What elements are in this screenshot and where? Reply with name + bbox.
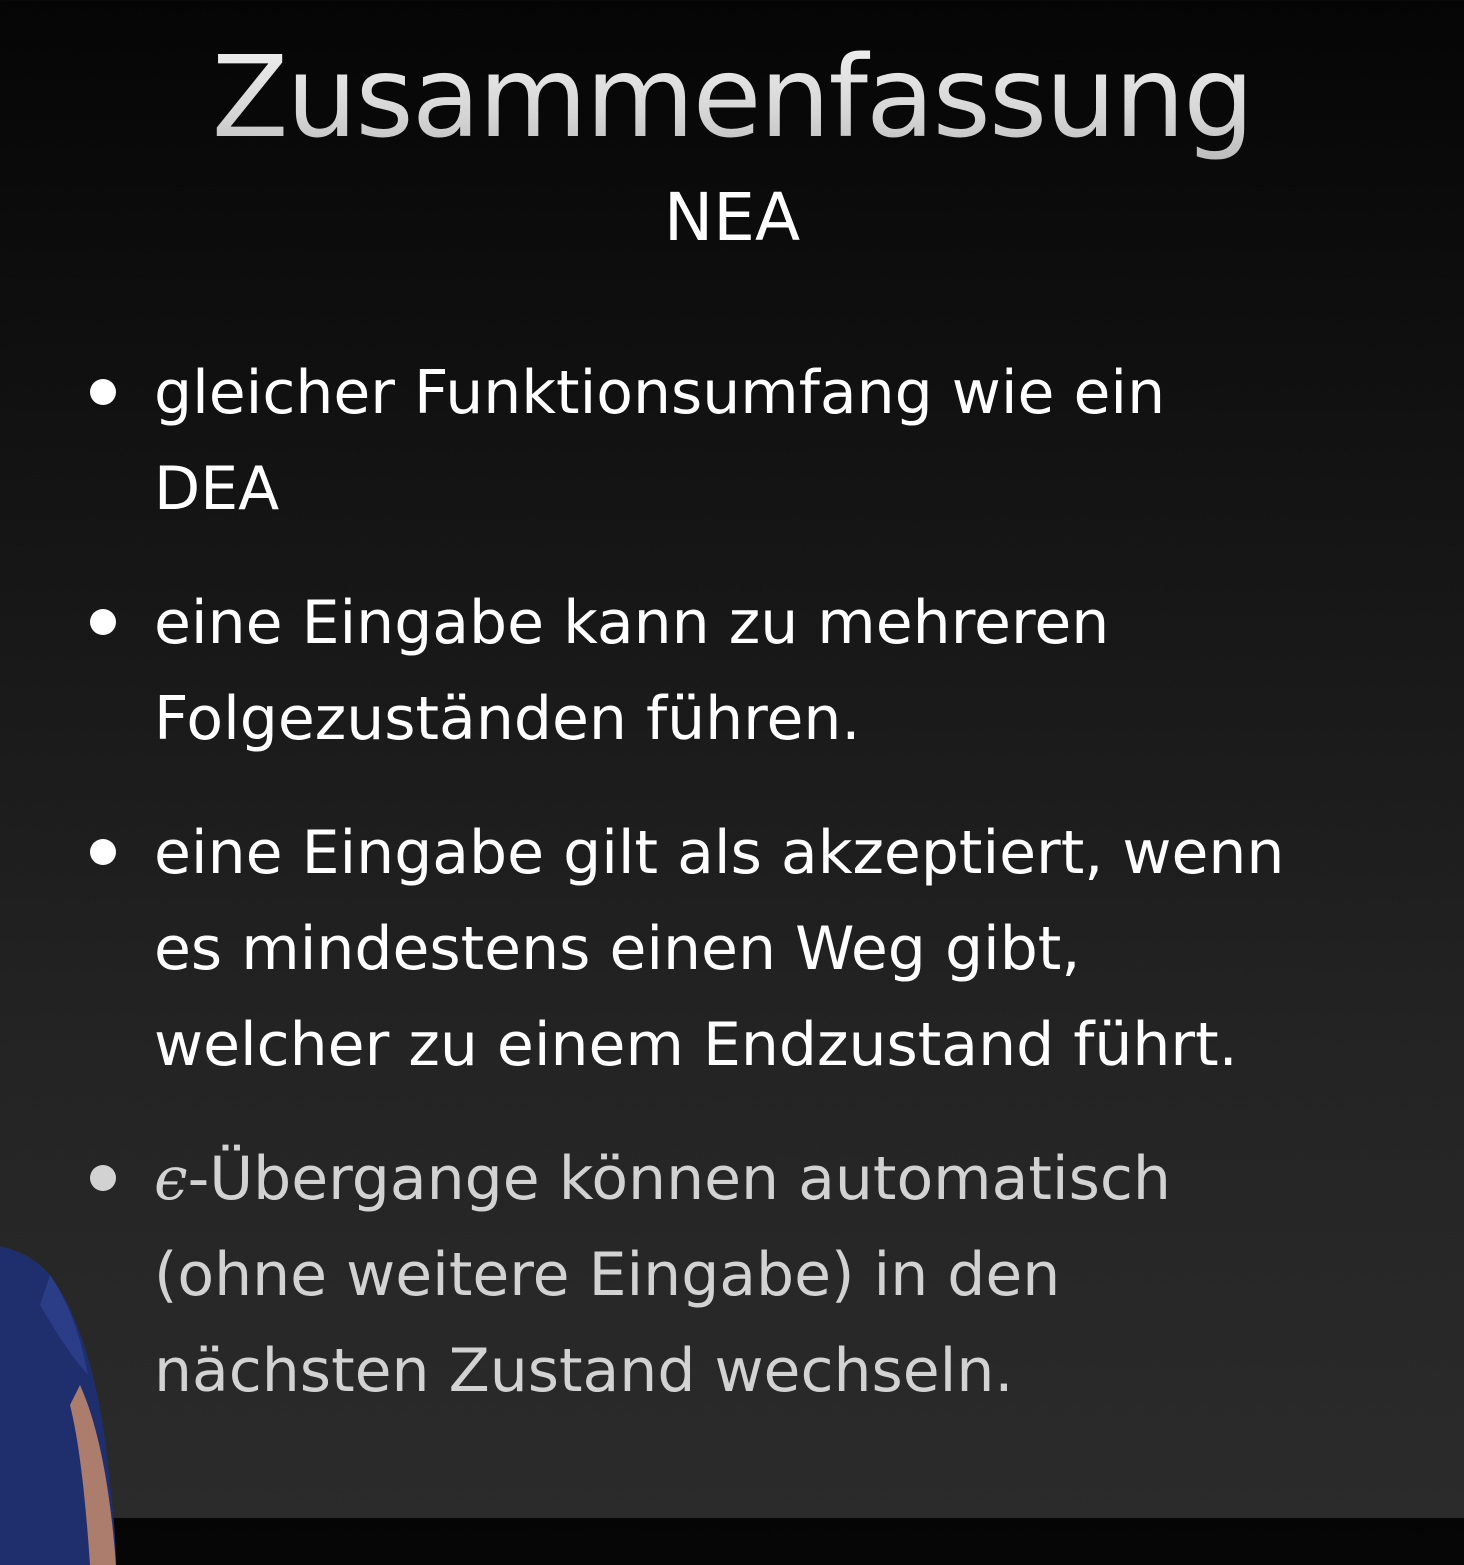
bullet-dot-icon xyxy=(90,1165,116,1191)
bullet-item: eine Eingabe gilt als akzeptiert, wenn e… xyxy=(84,805,1434,1093)
slide-subtitle: NEA xyxy=(663,179,801,256)
bullet-line-rest: -Übergange können automatisch xyxy=(187,1144,1171,1214)
slide-title: Zusammenfassung xyxy=(0,28,1464,168)
bullet-dot-icon xyxy=(90,609,116,635)
bullet-list: gleicher Funktionsumfang wie ein DEA ein… xyxy=(84,345,1434,1419)
bullet-dot-icon xyxy=(90,379,116,405)
bullet-line: welcher zu einem Endzustand führt. xyxy=(154,1010,1238,1080)
bullet-line: (ohne weitere Eingabe) in den xyxy=(154,1240,1061,1310)
bullet-line: ϵ-Übergange können automatisch xyxy=(154,1131,1434,1227)
bullet-line: nächsten Zustand wechseln. xyxy=(154,1336,1014,1406)
bullet-line: gleicher Funktionsumfang wie ein xyxy=(154,358,1166,428)
bullet-item: eine Eingabe kann zu mehreren Folgezustä… xyxy=(84,575,1434,767)
epsilon-symbol: ϵ xyxy=(154,1144,188,1214)
bullet-line: eine Eingabe gilt als akzeptiert, wenn xyxy=(154,818,1285,888)
bullet-line: eine Eingabe kann zu mehreren xyxy=(154,588,1110,658)
bullet-dot-icon xyxy=(90,839,116,865)
bullet-item: ϵ-Übergange können automatisch (ohne wei… xyxy=(84,1131,1434,1419)
bullet-line: es mindestens einen Weg gibt, xyxy=(154,914,1081,984)
bullet-item: gleicher Funktionsumfang wie ein DEA xyxy=(84,345,1434,537)
bullet-line: Folgezuständen führen. xyxy=(154,684,861,754)
bullet-line: DEA xyxy=(154,454,280,524)
presenter-figure xyxy=(0,1246,116,1565)
slide: Zusammenfassung NEA gleicher Funktionsum… xyxy=(0,0,1464,1565)
